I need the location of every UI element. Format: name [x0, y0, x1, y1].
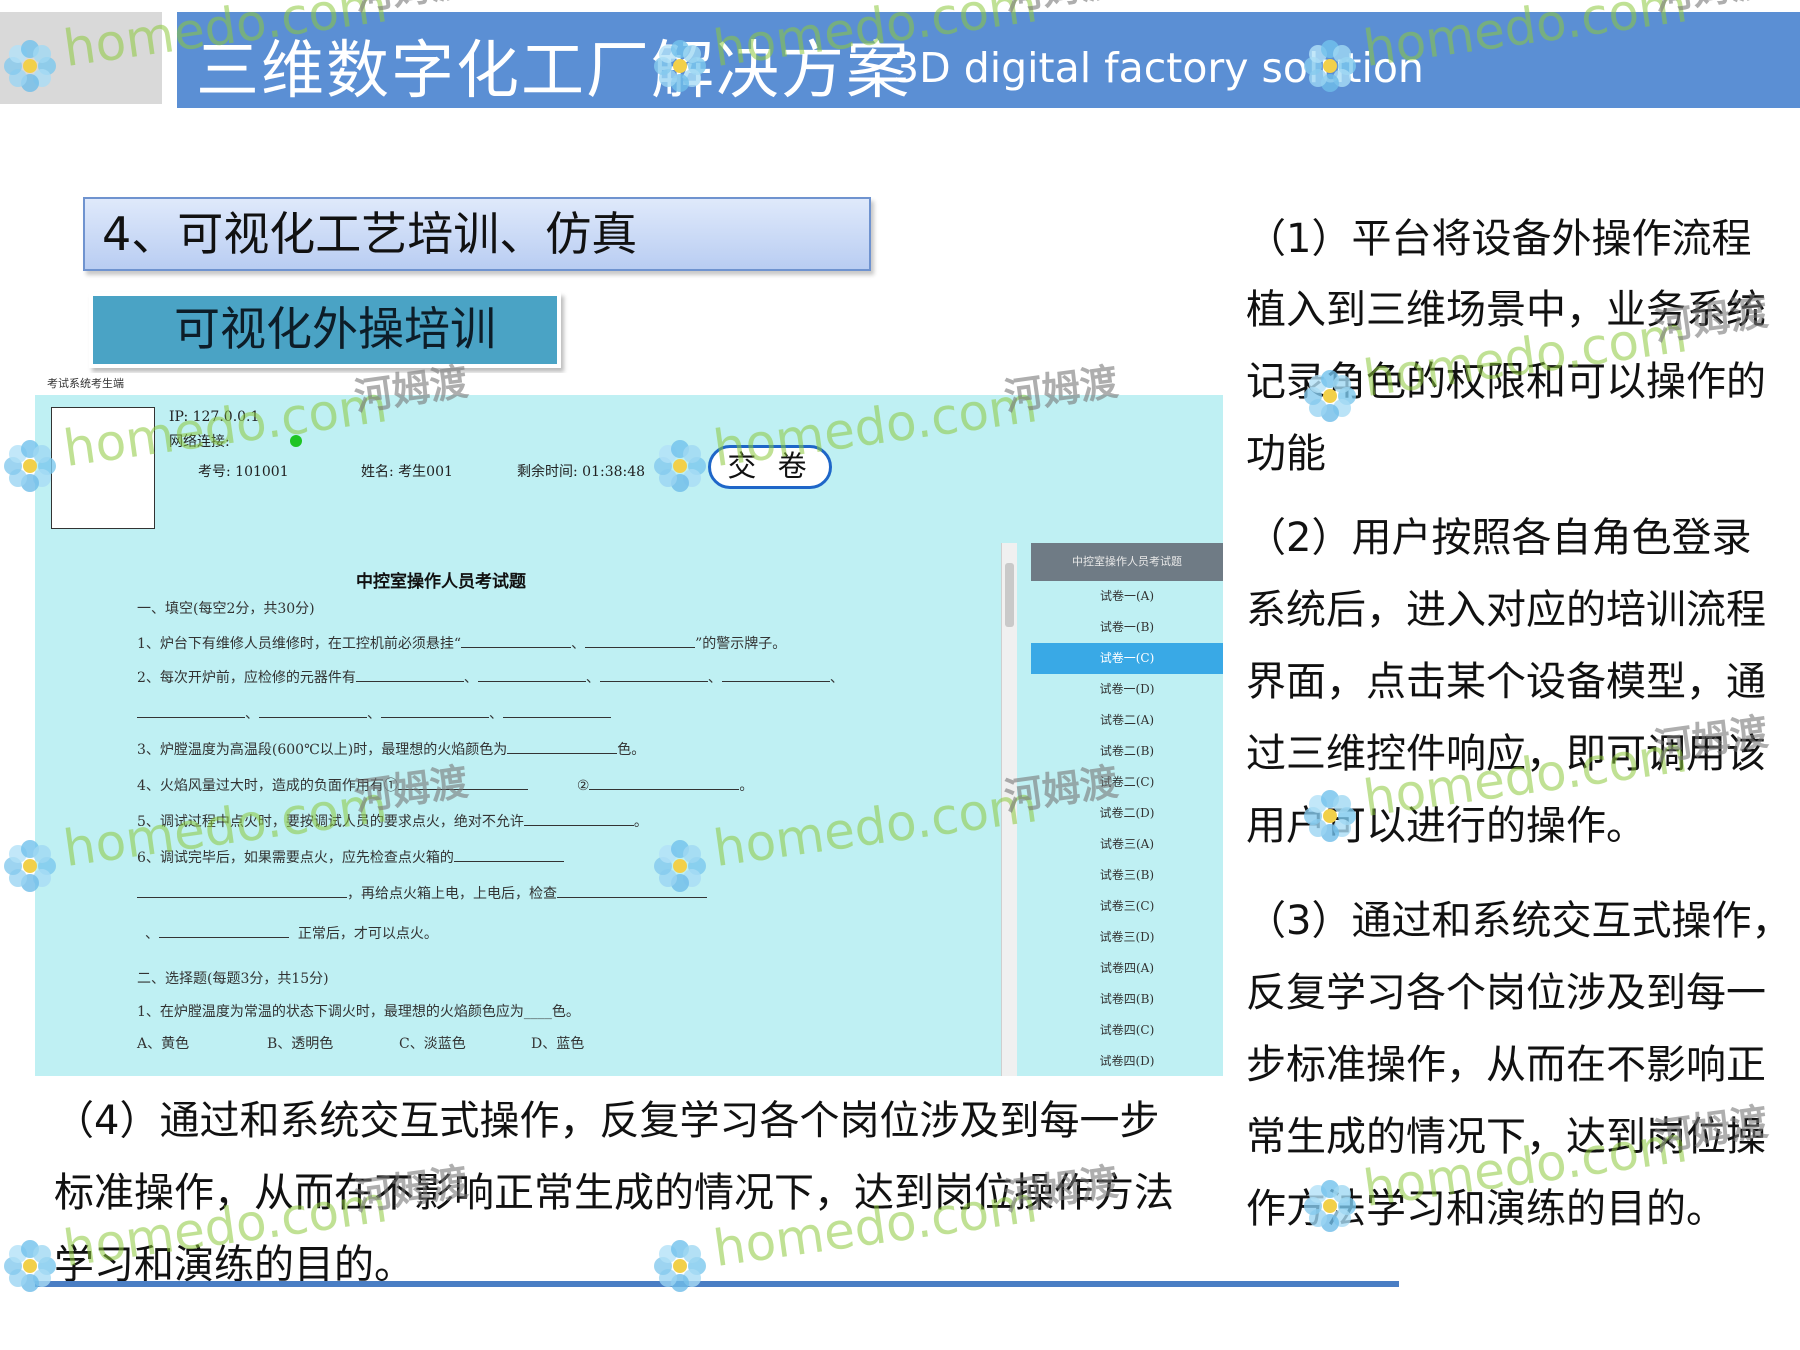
question-6-end: 、 正常后，才可以点火。 — [145, 924, 438, 942]
description-line: 步标准操作，从而在不影响正 — [1246, 1042, 1766, 1088]
paper-list-item[interactable]: 试卷三(B) — [1031, 860, 1223, 891]
choice-option-d[interactable]: D、蓝色 — [531, 1033, 584, 1053]
description-line: 系统后，进入对应的培训流程 — [1246, 587, 1766, 633]
paper-list-header: 中控室操作人员考试题 — [1031, 543, 1223, 581]
description-line: 功能 — [1246, 431, 1326, 477]
scrollbar-thumb[interactable] — [1005, 563, 1014, 627]
exam-software-screenshot: 考试系统考生端 IP: 127.0.0.1 网络连接: 考号: 101001 姓… — [35, 373, 1223, 1076]
answer-blank[interactable] — [523, 812, 634, 826]
watermark-flower-icon — [1304, 1180, 1356, 1232]
answer-blank[interactable] — [461, 634, 572, 648]
watermark-flower-icon — [4, 440, 56, 492]
answer-blank[interactable] — [259, 704, 367, 718]
question-1: 1、炉台下有维修人员维修时，在工控机前必须悬挂“、 ”的警示牌子。 — [137, 634, 787, 652]
section-subtitle: 可视化外操培训 — [93, 296, 557, 364]
paper-list-item[interactable]: 试卷三(A) — [1031, 829, 1223, 860]
answer-blank[interactable] — [589, 776, 740, 790]
answer-blank[interactable] — [721, 668, 830, 682]
paper-list-item[interactable]: 试卷二(A) — [1031, 705, 1223, 736]
paper-list-item[interactable]: 试卷一(B) — [1031, 612, 1223, 643]
paper-list-item[interactable]: 试卷四(A) — [1031, 953, 1223, 984]
answer-blank[interactable] — [159, 924, 289, 938]
answer-blank[interactable] — [503, 704, 611, 718]
description-line: 界面，点击某个设备模型，通 — [1246, 659, 1766, 705]
answer-blank[interactable] — [599, 668, 708, 682]
description-line: （2）用户按照各自角色登录 — [1246, 515, 1752, 561]
choice-question-1: 1、在炉膛温度为常温的状态下调火时，最理想的火焰颜色应为____色。 — [137, 1004, 580, 1020]
watermark-flower-icon — [654, 840, 706, 892]
description-line: （3）通过和系统交互式操作， — [1246, 898, 1792, 944]
watermark-flower-icon — [654, 1240, 706, 1292]
paper-list: 试卷一(A) 试卷一(B) 试卷一(C) 试卷一(D) 试卷二(A) 试卷二(B) 试卷二(… — [1031, 581, 1223, 1076]
bottom-line: （4）通过和系统交互式操作，反复学习各个岗位涉及到每一步 — [54, 1098, 1160, 1144]
answer-blank[interactable] — [453, 848, 564, 862]
question-2: 2、每次开炉前，应检修的元器件有、、、、 — [137, 668, 844, 686]
watermark-flower-icon — [654, 40, 706, 92]
watermark-flower-icon — [4, 840, 56, 892]
section-fill-blank: 一、填空(每空2分，共30分) — [137, 601, 315, 617]
description-line: （1）平台将设备外操作流程 — [1246, 216, 1752, 262]
answer-blank[interactable] — [355, 668, 464, 682]
paper-list-item[interactable]: 试卷四(C) — [1031, 1015, 1223, 1046]
section-subtitle-box: 可视化外操培训 — [89, 292, 561, 368]
bottom-divider — [35, 1281, 1399, 1287]
paper-list-item[interactable]: 试卷一(A) — [1031, 581, 1223, 612]
answer-blank[interactable] — [477, 668, 586, 682]
watermark-flower-icon — [1304, 370, 1356, 422]
choice-option-c[interactable]: C、淡蓝色 — [399, 1033, 466, 1053]
paper-list-item[interactable]: 试卷三(D) — [1031, 922, 1223, 953]
question-2-cont: 、、、 — [137, 703, 611, 723]
candidate-name-label: 姓名: 考生001 — [361, 464, 453, 480]
exam-paper-title: 中控室操作人员考试题 — [356, 572, 526, 592]
answer-blank[interactable] — [381, 704, 489, 718]
answer-blank[interactable] — [507, 740, 618, 754]
remaining-time-label: 剩余时间: 01:38:48 — [517, 464, 646, 480]
question-3: 3、炉膛温度为高温段(600℃以上)时，最理想的火焰颜色为 色。 — [137, 740, 646, 758]
section-title: 4、可视化工艺培训、仿真 — [83, 197, 871, 271]
paper-list-item[interactable]: 试卷四(B) — [1031, 984, 1223, 1015]
watermark-flower-icon — [1304, 790, 1356, 842]
watermark-flower-icon — [1304, 40, 1356, 92]
description-line: 反复学习各个岗位涉及到每一 — [1246, 970, 1766, 1016]
watermark-flower-icon — [4, 1240, 56, 1292]
answer-blank[interactable] — [137, 884, 347, 898]
paper-list-item[interactable]: 试卷一(C) — [1031, 643, 1223, 674]
answer-blank[interactable] — [585, 634, 696, 648]
answer-blank[interactable] — [137, 704, 245, 718]
paper-list-item[interactable]: 试卷三(C) — [1031, 891, 1223, 922]
paper-list-item[interactable]: 试卷一(D) — [1031, 674, 1223, 705]
paper-list-item[interactable]: 试卷四(D) — [1031, 1046, 1223, 1076]
section-choice: 二、选择题(每题3分，共15分) — [137, 971, 329, 987]
watermark-flower-icon — [4, 40, 56, 92]
question-6-cont: ，再给点火箱上电，上电后，检查 — [137, 883, 707, 903]
choice-option-b[interactable]: B、透明色 — [267, 1033, 333, 1053]
exam-no-label: 考号: 101001 — [198, 464, 289, 480]
choice-option-a[interactable]: A、黄色 — [137, 1033, 189, 1053]
watermark-flower-icon — [654, 440, 706, 492]
